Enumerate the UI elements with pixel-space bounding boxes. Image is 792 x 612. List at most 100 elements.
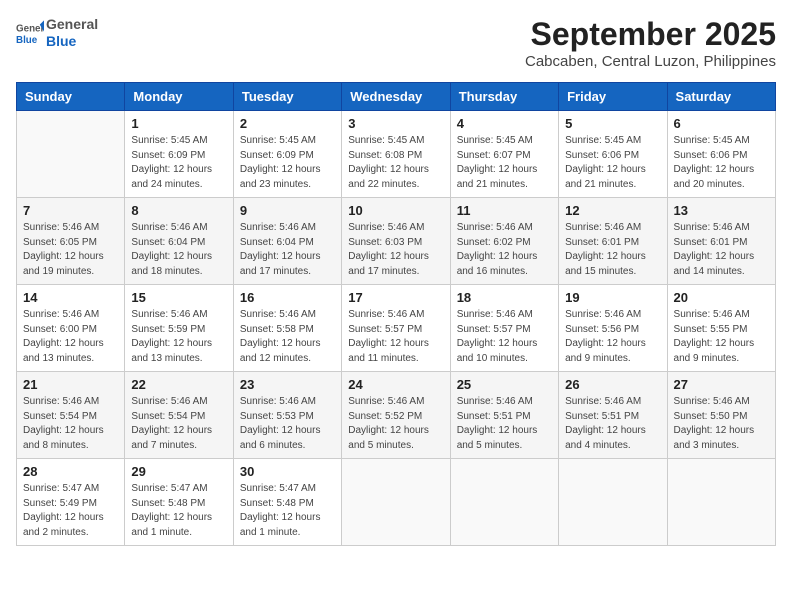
day-number: 5 [565,116,660,131]
calendar-day-cell [342,459,450,546]
day-detail: Sunrise: 5:45 AMSunset: 6:06 PMDaylight:… [565,134,660,192]
day-number: 27 [674,377,769,392]
day-number: 12 [565,203,660,218]
day-number: 7 [23,203,118,218]
calendar-week-row: 28 Sunrise: 5:47 AMSunset: 5:49 PMDayligh… [17,459,776,546]
calendar-day-cell: 21Sunrise: 5:46 AMSunset: 5:54 PMDayligh… [17,372,125,459]
day-detail: Sunrise: 5:46 AMSunset: 5:51 PMDaylight:… [457,395,552,453]
calendar-day-cell: 12 Sunrise: 5:46 AMSunset: 6:01 PMDayligh… [559,198,667,285]
day-detail: Sunrise: 5:46 AMSunset: 6:04 PMDaylight:… [131,221,226,279]
logo: General Blue General Blue [16,16,98,50]
day-detail: Sunrise: 5:45 AMSunset: 6:09 PMDaylight:… [240,134,335,192]
weekday-header-tuesday: Tuesday [233,83,341,111]
weekday-header-thursday: Thursday [450,83,558,111]
weekday-header-friday: Friday [559,83,667,111]
calendar-day-cell: 14 Sunrise: 5:46 AMSunset: 6:00 PMDayligh… [17,285,125,372]
calendar-week-row: 14 Sunrise: 5:46 AMSunset: 6:00 PMDayligh… [17,285,776,372]
day-detail: Sunrise: 5:46 AMSunset: 5:50 PMDaylight:… [674,395,769,453]
calendar-day-cell [667,459,775,546]
calendar-day-cell: 22Sunrise: 5:46 AMSunset: 5:54 PMDayligh… [125,372,233,459]
logo-blue: Blue [46,33,98,50]
day-detail: Sunrise: 5:46 AMSunset: 5:53 PMDaylight:… [240,395,335,453]
calendar-day-cell: 25Sunrise: 5:46 AMSunset: 5:51 PMDayligh… [450,372,558,459]
day-number: 4 [457,116,552,131]
calendar-day-cell: 9 Sunrise: 5:46 AMSunset: 6:04 PMDaylight… [233,198,341,285]
weekday-header-monday: Monday [125,83,233,111]
calendar-table: SundayMondayTuesdayWednesdayThursdayFrid… [16,82,776,546]
day-detail: Sunrise: 5:46 AMSunset: 5:57 PMDaylight:… [457,308,552,366]
calendar-day-cell: 30 Sunrise: 5:47 AMSunset: 5:48 PMDayligh… [233,459,341,546]
calendar-day-cell: 5 Sunrise: 5:45 AMSunset: 6:06 PMDaylight… [559,111,667,198]
day-detail: Sunrise: 5:46 AMSunset: 5:55 PMDaylight:… [674,308,769,366]
day-detail: Sunrise: 5:46 AMSunset: 6:04 PMDaylight:… [240,221,335,279]
day-number: 19 [565,290,660,305]
day-number: 13 [674,203,769,218]
calendar-day-cell: 16 Sunrise: 5:46 AMSunset: 5:58 PMDayligh… [233,285,341,372]
calendar-week-row: 21Sunrise: 5:46 AMSunset: 5:54 PMDayligh… [17,372,776,459]
logo-general: General [46,16,98,33]
calendar-day-cell: 8 Sunrise: 5:46 AMSunset: 6:04 PMDaylight… [125,198,233,285]
calendar-day-cell: 10 Sunrise: 5:46 AMSunset: 6:03 PMDayligh… [342,198,450,285]
day-number: 28 [23,464,118,479]
calendar-day-cell [450,459,558,546]
day-detail: Sunrise: 5:46 AMSunset: 5:51 PMDaylight:… [565,395,660,453]
day-number: 24 [348,377,443,392]
day-detail: Sunrise: 5:47 AMSunset: 5:48 PMDaylight:… [240,482,335,540]
calendar-day-cell: 17 Sunrise: 5:46 AMSunset: 5:57 PMDayligh… [342,285,450,372]
calendar-day-cell: 11Sunrise: 5:46 AMSunset: 6:02 PMDayligh… [450,198,558,285]
page-header: General Blue General Blue September 2025… [16,16,776,70]
day-detail: Sunrise: 5:46 AMSunset: 5:52 PMDaylight:… [348,395,443,453]
day-number: 15 [131,290,226,305]
day-number: 2 [240,116,335,131]
day-detail: Sunrise: 5:46 AMSunset: 6:01 PMDaylight:… [565,221,660,279]
day-number: 8 [131,203,226,218]
calendar-day-cell [17,111,125,198]
day-number: 29 [131,464,226,479]
day-number: 17 [348,290,443,305]
page-title: September 2025 [525,16,776,53]
day-number: 11 [457,203,552,218]
calendar-day-cell: 27 Sunrise: 5:46 AMSunset: 5:50 PMDayligh… [667,372,775,459]
day-number: 30 [240,464,335,479]
logo-icon: General Blue [16,19,44,47]
calendar-day-cell: 26 Sunrise: 5:46 AMSunset: 5:51 PMDayligh… [559,372,667,459]
calendar-header-row: SundayMondayTuesdayWednesdayThursdayFrid… [17,83,776,111]
calendar-day-cell: 1 Sunrise: 5:45 AMSunset: 6:09 PMDaylight… [125,111,233,198]
day-detail: Sunrise: 5:45 AMSunset: 6:09 PMDaylight:… [131,134,226,192]
calendar-day-cell: 18 Sunrise: 5:46 AMSunset: 5:57 PMDayligh… [450,285,558,372]
calendar-day-cell [559,459,667,546]
weekday-header-wednesday: Wednesday [342,83,450,111]
day-number: 26 [565,377,660,392]
calendar-day-cell: 28 Sunrise: 5:47 AMSunset: 5:49 PMDayligh… [17,459,125,546]
day-detail: Sunrise: 5:46 AMSunset: 5:56 PMDaylight:… [565,308,660,366]
day-number: 16 [240,290,335,305]
day-number: 10 [348,203,443,218]
day-detail: Sunrise: 5:46 AMSunset: 6:00 PMDaylight:… [23,308,118,366]
day-number: 18 [457,290,552,305]
day-detail: Sunrise: 5:47 AMSunset: 5:48 PMDaylight:… [131,482,226,540]
calendar-day-cell: 24 Sunrise: 5:46 AMSunset: 5:52 PMDayligh… [342,372,450,459]
day-detail: Sunrise: 5:47 AMSunset: 5:49 PMDaylight:… [23,482,118,540]
day-detail: Sunrise: 5:46 AMSunset: 6:03 PMDaylight:… [348,221,443,279]
day-number: 22 [131,377,226,392]
calendar-day-cell: 7 Sunrise: 5:46 AMSunset: 6:05 PMDaylight… [17,198,125,285]
calendar-day-cell: 6Sunrise: 5:45 AMSunset: 6:06 PMDaylight… [667,111,775,198]
day-number: 21 [23,377,118,392]
calendar-day-cell: 23 Sunrise: 5:46 AMSunset: 5:53 PMDayligh… [233,372,341,459]
page-subtitle: Cabcaben, Central Luzon, Philippines [525,53,776,70]
weekday-header-saturday: Saturday [667,83,775,111]
day-number: 23 [240,377,335,392]
day-detail: Sunrise: 5:46 AMSunset: 6:05 PMDaylight:… [23,221,118,279]
calendar-day-cell: 20Sunrise: 5:46 AMSunset: 5:55 PMDayligh… [667,285,775,372]
day-detail: Sunrise: 5:46 AMSunset: 5:58 PMDaylight:… [240,308,335,366]
calendar-week-row: 1 Sunrise: 5:45 AMSunset: 6:09 PMDaylight… [17,111,776,198]
day-number: 9 [240,203,335,218]
day-number: 14 [23,290,118,305]
weekday-header-sunday: Sunday [17,83,125,111]
day-detail: Sunrise: 5:46 AMSunset: 5:59 PMDaylight:… [131,308,226,366]
day-detail: Sunrise: 5:45 AMSunset: 6:06 PMDaylight:… [674,134,769,192]
calendar-day-cell: 2 Sunrise: 5:45 AMSunset: 6:09 PMDaylight… [233,111,341,198]
day-number: 1 [131,116,226,131]
calendar-day-cell: 19 Sunrise: 5:46 AMSunset: 5:56 PMDayligh… [559,285,667,372]
day-detail: Sunrise: 5:46 AMSunset: 5:57 PMDaylight:… [348,308,443,366]
